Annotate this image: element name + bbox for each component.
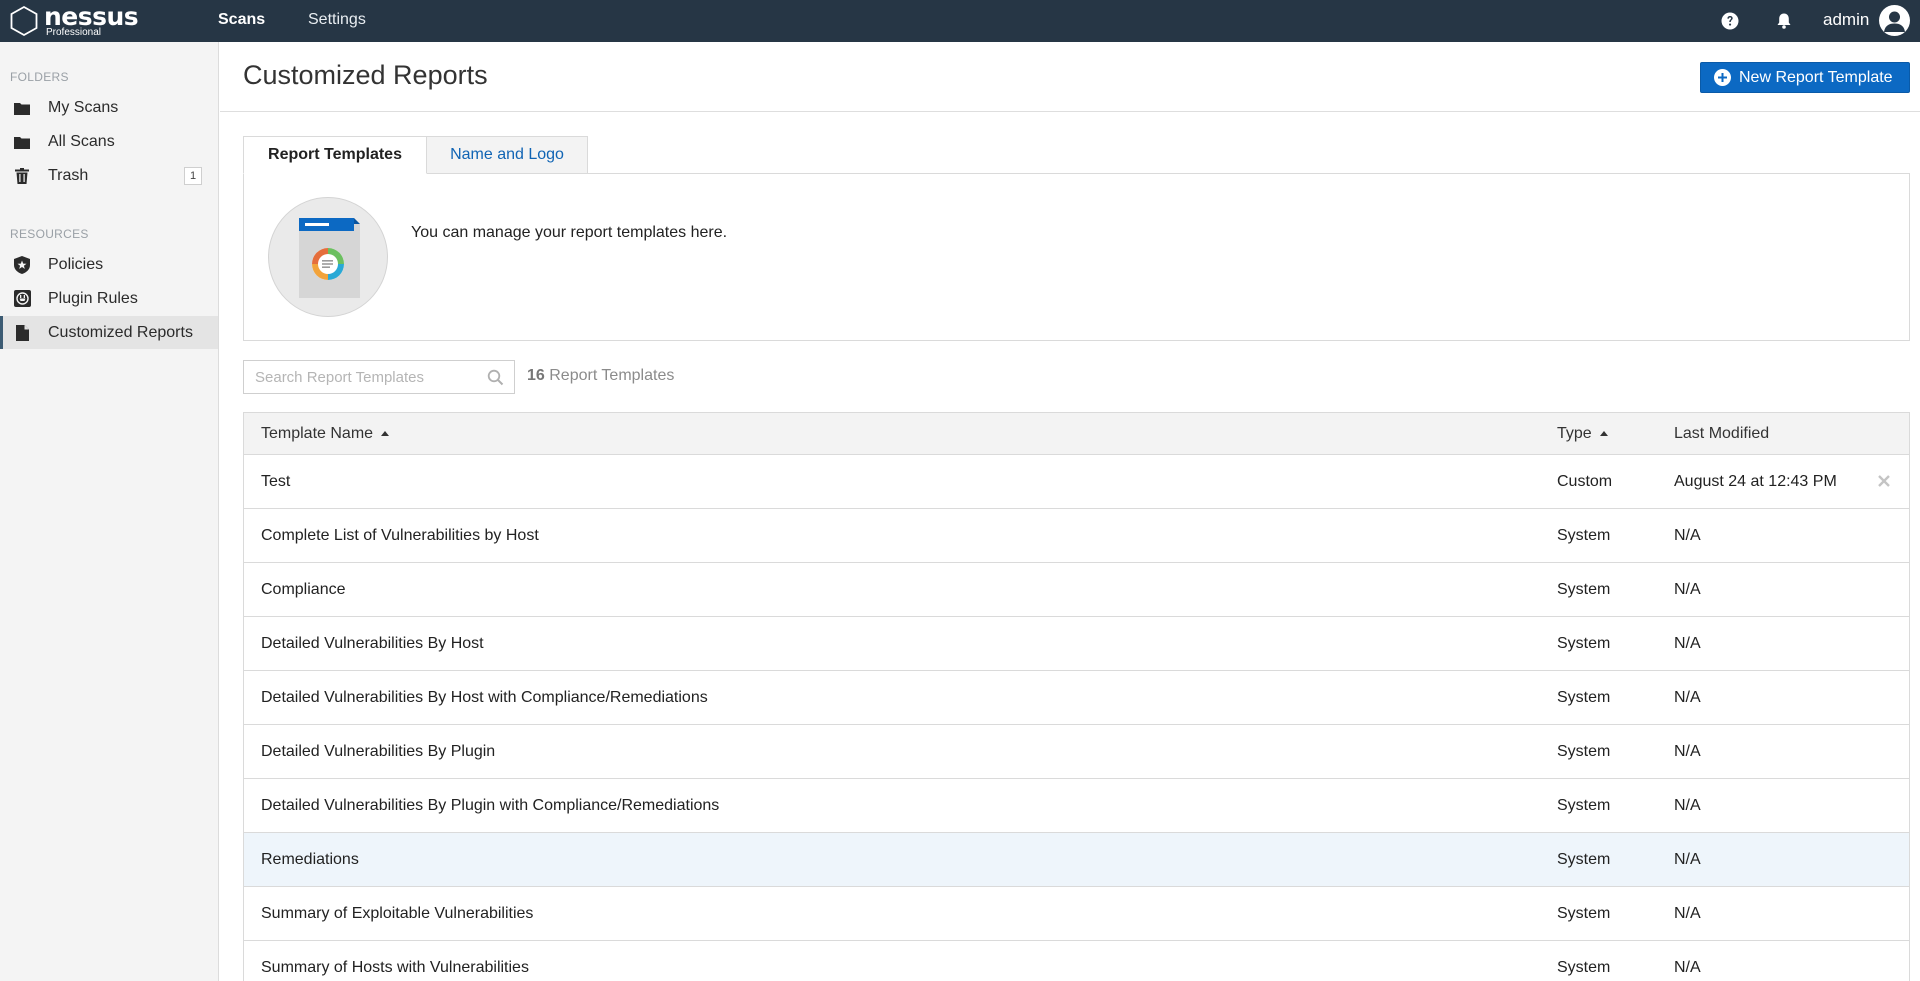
- sidebar-item-label: All Scans: [48, 132, 115, 150]
- tab-report-templates[interactable]: Report Templates: [243, 136, 427, 174]
- template-last-modified: N/A: [1674, 851, 1701, 868]
- template-count: 16 Report Templates: [527, 367, 674, 385]
- template-name: Detailed Vulnerabilities By Plugin with …: [261, 797, 720, 814]
- template-count-number: 16: [527, 367, 545, 384]
- plus-circle-icon: [1714, 69, 1731, 86]
- template-name: Detailed Vulnerabilities By Plugin: [261, 743, 496, 760]
- template-type: System: [1557, 689, 1611, 706]
- template-type: System: [1557, 743, 1611, 760]
- trash-count-badge: 1: [184, 167, 202, 185]
- template-last-modified: N/A: [1674, 959, 1701, 976]
- column-header-last-modified[interactable]: Last Modified: [1674, 413, 1769, 454]
- template-name: Test: [261, 473, 291, 490]
- table-header: Template Name Type Last Modified: [244, 413, 1909, 455]
- user-avatar-icon: [1884, 11, 1905, 32]
- document-icon: [13, 324, 31, 342]
- sidebar-section-resources: RESOURCES: [10, 227, 89, 241]
- column-header-template-name[interactable]: Template Name: [261, 413, 390, 454]
- template-type: System: [1557, 905, 1611, 922]
- tab-name-and-logo[interactable]: Name and Logo: [426, 136, 588, 174]
- table-row-hovered[interactable]: Remediations System N/A: [244, 833, 1909, 887]
- table-row[interactable]: Test Custom August 24 at 12:43 PM: [244, 455, 1909, 509]
- template-name: Compliance: [261, 581, 346, 598]
- table-row[interactable]: Detailed Vulnerabilities By Host with Co…: [244, 671, 1909, 725]
- info-text: You can manage your report templates her…: [411, 224, 728, 241]
- report-illustration: [268, 197, 388, 317]
- hexagon-logo-icon: [10, 5, 38, 37]
- user-avatar[interactable]: [1879, 5, 1910, 36]
- sidebar-item-label: Policies: [48, 255, 104, 273]
- top-navigation-bar: nessus Professional Scans Settings admin: [0, 0, 1920, 42]
- plugin-icon: [13, 290, 31, 308]
- template-type: System: [1557, 959, 1611, 976]
- username-label[interactable]: admin: [1823, 0, 1869, 40]
- report-document-icon: [299, 218, 360, 298]
- help-icon[interactable]: [1720, 11, 1740, 31]
- notifications-bell-icon[interactable]: [1774, 11, 1794, 31]
- sidebar-item-label: Plugin Rules: [48, 289, 138, 307]
- template-name: Summary of Exploitable Vulnerabilities: [261, 905, 534, 922]
- template-type: System: [1557, 851, 1611, 868]
- sidebar-section-folders: FOLDERS: [10, 70, 69, 84]
- template-type: System: [1557, 581, 1611, 598]
- template-last-modified: N/A: [1674, 635, 1701, 652]
- sidebar-item-plugin-rules[interactable]: Plugin Rules: [0, 282, 218, 315]
- folder-icon: [13, 133, 31, 151]
- new-report-template-label: New Report Template: [1739, 68, 1893, 86]
- template-last-modified: N/A: [1674, 797, 1701, 814]
- template-last-modified: N/A: [1674, 743, 1701, 760]
- template-last-modified: N/A: [1674, 689, 1701, 706]
- search-box: [243, 360, 515, 394]
- sort-asc-icon: [1599, 431, 1608, 436]
- table-row[interactable]: Detailed Vulnerabilities By Plugin Syste…: [244, 725, 1909, 779]
- template-name: Complete List of Vulnerabilities by Host: [261, 527, 539, 544]
- nav-scans[interactable]: Scans: [218, 0, 265, 42]
- delete-icon[interactable]: [1877, 474, 1891, 488]
- header-divider: [220, 111, 1920, 112]
- table-row[interactable]: Complete List of Vulnerabilities by Host…: [244, 509, 1909, 563]
- nessus-logo[interactable]: nessus Professional: [8, 2, 139, 40]
- sidebar: FOLDERS My Scans All Scans Trash 1 RESOU…: [0, 42, 219, 981]
- template-type: System: [1557, 797, 1611, 814]
- sidebar-item-trash[interactable]: Trash 1: [0, 159, 218, 192]
- template-last-modified: N/A: [1674, 581, 1701, 598]
- template-last-modified: N/A: [1674, 527, 1701, 544]
- table-row[interactable]: Detailed Vulnerabilities By Host System …: [244, 617, 1909, 671]
- template-name: Detailed Vulnerabilities By Host: [261, 635, 484, 652]
- template-name: Remediations: [261, 851, 359, 868]
- sidebar-item-label: My Scans: [48, 98, 119, 116]
- trash-icon: [13, 167, 31, 185]
- template-last-modified: N/A: [1674, 905, 1701, 922]
- table-row[interactable]: Compliance System N/A: [244, 563, 1909, 617]
- shield-star-icon: [13, 255, 31, 274]
- folder-icon: [13, 99, 31, 117]
- sidebar-item-customized-reports[interactable]: Customized Reports: [0, 316, 218, 349]
- logo-word: nessus: [44, 2, 139, 31]
- template-type: System: [1557, 635, 1611, 652]
- nav-settings[interactable]: Settings: [308, 0, 366, 42]
- sidebar-item-label: Trash: [48, 166, 89, 184]
- search-icon[interactable]: [487, 369, 504, 386]
- template-count-label: Report Templates: [549, 367, 675, 384]
- table-row[interactable]: Summary of Exploitable Vulnerabilities S…: [244, 887, 1909, 941]
- sidebar-item-all-scans[interactable]: All Scans: [0, 125, 218, 158]
- table-row[interactable]: Summary of Hosts with Vulnerabilities Sy…: [244, 941, 1909, 981]
- new-report-template-button[interactable]: New Report Template: [1700, 62, 1910, 93]
- search-input[interactable]: [244, 361, 474, 393]
- column-header-type[interactable]: Type: [1557, 413, 1608, 454]
- template-last-modified: August 24 at 12:43 PM: [1674, 473, 1837, 490]
- template-name: Summary of Hosts with Vulnerabilities: [261, 959, 529, 976]
- sort-asc-icon: [381, 431, 390, 436]
- template-name: Detailed Vulnerabilities By Host with Co…: [261, 689, 708, 706]
- template-type: Custom: [1557, 473, 1613, 490]
- sidebar-item-policies[interactable]: Policies: [0, 248, 218, 281]
- table-row[interactable]: Detailed Vulnerabilities By Plugin with …: [244, 779, 1909, 833]
- tab-panel-report-templates: You can manage your report templates her…: [243, 173, 1910, 341]
- page-title: Customized Reports: [243, 60, 488, 90]
- sidebar-item-my-scans[interactable]: My Scans: [0, 91, 218, 124]
- report-templates-table: Template Name Type Last Modified Test Cu…: [243, 412, 1910, 981]
- sidebar-item-label: Customized Reports: [48, 323, 193, 341]
- template-type: System: [1557, 527, 1611, 544]
